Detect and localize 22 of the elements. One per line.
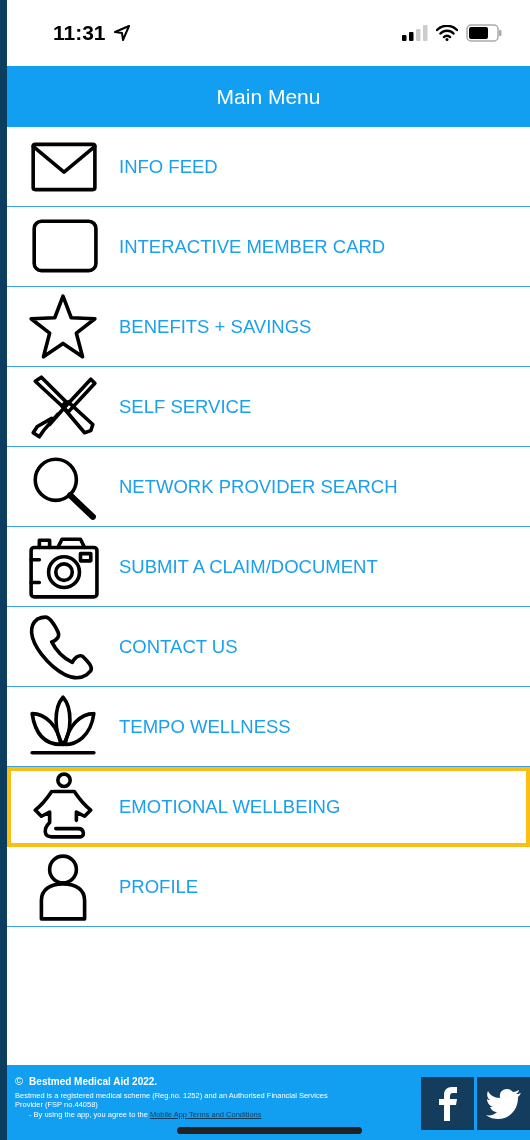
signal-icon <box>402 25 428 41</box>
battery-icon <box>466 24 502 42</box>
menu-item[interactable]: SUBMIT A CLAIM/DOCUMENT <box>7 527 530 607</box>
menu-item[interactable]: SELF SERVICE <box>7 367 530 447</box>
location-arrow-icon <box>113 25 130 41</box>
menu-item[interactable]: EMOTIONAL WELLBEING <box>7 767 530 847</box>
copyright-symbol: © <box>15 1077 24 1087</box>
status-time: 11:31 <box>53 21 106 45</box>
menu-item[interactable]: CONTACT US <box>7 607 530 687</box>
menu-item[interactable]: INFO FEED <box>7 127 530 207</box>
menu-item[interactable]: INTERACTIVE MEMBER CARD <box>7 207 530 287</box>
menu-item[interactable]: TEMPO WELLNESS <box>7 687 530 767</box>
twitter-button[interactable] <box>477 1077 530 1130</box>
menu-item[interactable]: PROFILE <box>7 847 530 927</box>
facebook-button[interactable] <box>421 1077 474 1130</box>
wifi-icon <box>436 25 458 41</box>
menu-item[interactable]: BENEFITS + SAVINGS <box>7 287 530 367</box>
facebook-icon <box>437 1086 458 1121</box>
footer-title: Bestmed Medical Aid 2022. <box>29 1077 158 1087</box>
menu-item[interactable]: NETWORK PROVIDER SEARCH <box>7 447 530 527</box>
bird-icon <box>485 1088 522 1119</box>
header-title: Main Menu <box>216 84 321 109</box>
